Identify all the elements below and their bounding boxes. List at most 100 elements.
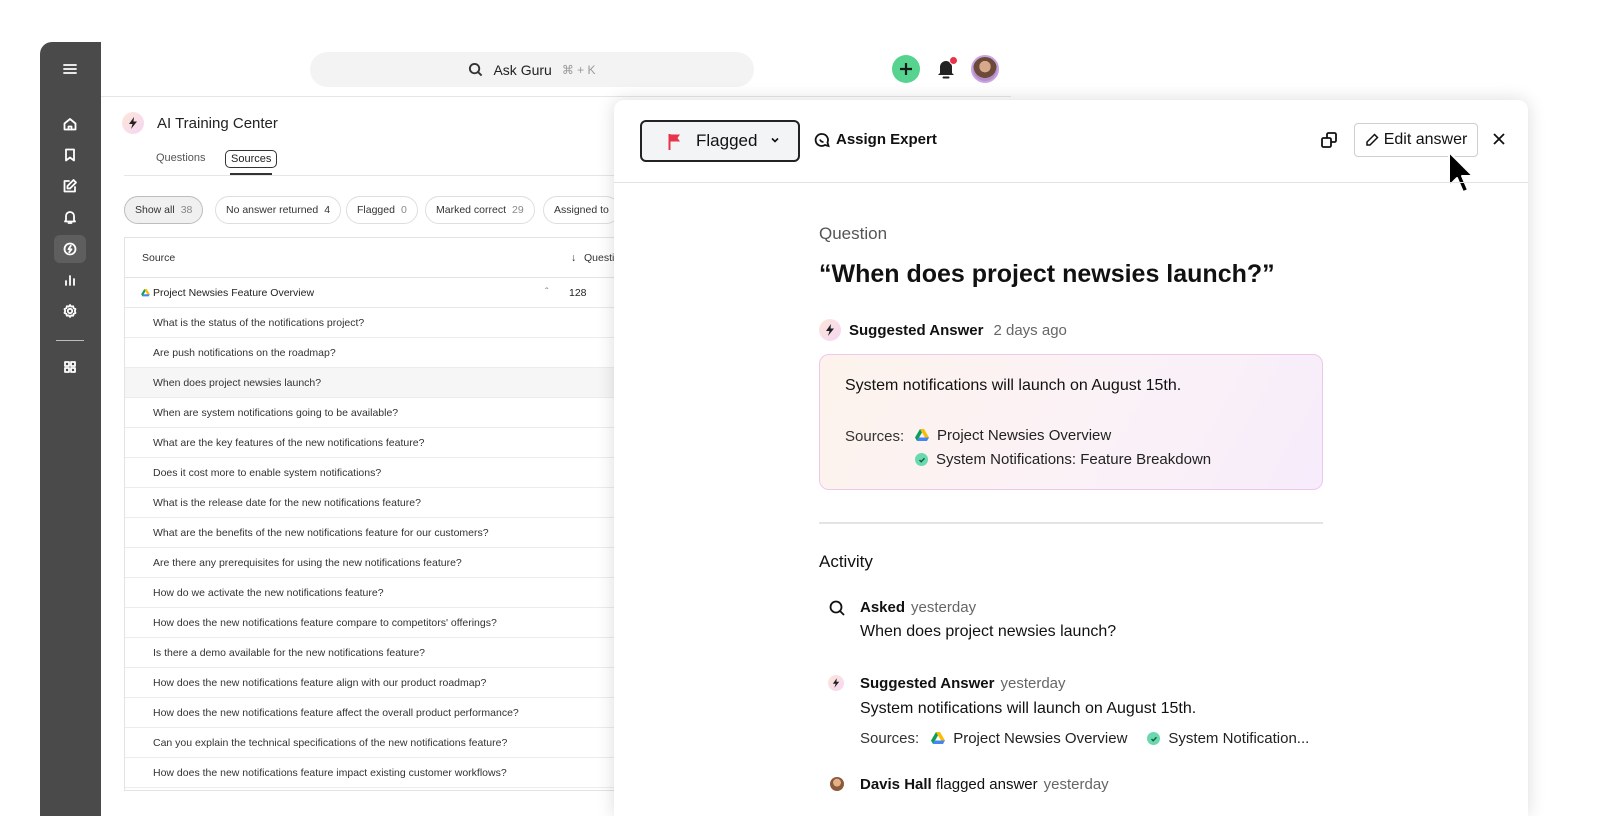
table-row[interactable]: What is the status of the notifications …	[125, 308, 614, 338]
activity-time: yesterday	[911, 599, 977, 616]
copy-link-icon[interactable]	[1320, 131, 1338, 149]
ai-training-icon[interactable]	[54, 235, 86, 263]
table-row[interactable]: Does it cost more to enable system notif…	[125, 458, 614, 488]
table-row-source[interactable]: Project Newsies Feature Overview ˆ 128	[125, 278, 614, 308]
tab-questions[interactable]: Questions	[156, 152, 206, 164]
activity-suggested: Suggested Answer yesterday	[860, 675, 1066, 692]
user-avatar[interactable]	[971, 55, 999, 83]
ai-bolt-icon	[819, 319, 841, 341]
table-row[interactable]: How does the new notifications feature c…	[125, 608, 614, 638]
settings-icon[interactable]	[54, 297, 86, 325]
question-text: Are there any prerequisites for using th…	[153, 557, 462, 569]
question-text: “When does project newsies launch?”	[819, 260, 1275, 288]
filter-show-all[interactable]: Show all 38	[124, 196, 204, 224]
notification-badge	[949, 56, 958, 65]
filter-count: 29	[512, 204, 524, 216]
sort-desc-icon[interactable]: ↓	[571, 252, 576, 264]
activity-action: flagged answer	[935, 776, 1038, 793]
suggested-answer-label: Suggested Answer	[849, 321, 984, 339]
chevron-up-icon[interactable]: ˆ	[545, 286, 549, 298]
table-row[interactable]: Are push notifications on the roadmap?	[125, 338, 614, 368]
bookmark-icon[interactable]	[54, 141, 86, 169]
status-label: Flagged	[696, 131, 758, 150]
table-row[interactable]: What are the benefits of the new notific…	[125, 518, 614, 548]
question-text: What is the release date for the new not…	[153, 497, 421, 509]
filter-marked-correct[interactable]: Marked correct 29	[425, 196, 535, 224]
filter-label: Marked correct	[436, 204, 507, 216]
user-avatar	[830, 777, 844, 791]
table-row[interactable]: What are the key features of the new not…	[125, 428, 614, 458]
table-row[interactable]: When are system notifications going to b…	[125, 398, 614, 428]
table-row[interactable]: Can you explain the technical specificat…	[125, 728, 614, 758]
source-count: 128	[569, 287, 587, 299]
activity-action: Asked	[860, 599, 906, 616]
menu-icon[interactable]	[54, 55, 86, 83]
source-link[interactable]: Project Newsies Overview	[953, 730, 1127, 747]
search-shortcut: ⌘ + K	[561, 62, 596, 77]
suggested-answer-header: Suggested Answer 2 days ago	[819, 319, 1067, 341]
filter-label: Show all	[135, 204, 175, 216]
table-row[interactable]: How do we activate the new notifications…	[125, 578, 614, 608]
activity-action: Suggested Answer	[860, 675, 995, 692]
table-row-selected[interactable]: When does project newsies launch?	[125, 368, 614, 398]
assign-expert-button[interactable]: Assign Expert	[814, 131, 937, 148]
tab-sources[interactable]: Sources	[225, 150, 278, 168]
tabs-divider	[124, 175, 614, 176]
filter-label: No answer returned	[226, 204, 319, 216]
search-icon	[469, 62, 483, 77]
source-link[interactable]: Project Newsies Overview	[915, 427, 1111, 444]
table-row[interactable]: Is there a demo available for the new no…	[125, 638, 614, 668]
source-link[interactable]: System Notifications: Feature Breakdown	[915, 451, 1211, 468]
close-icon[interactable]	[1491, 131, 1507, 147]
activity-user: Davis Hall	[860, 776, 932, 793]
analytics-icon[interactable]	[54, 266, 86, 294]
ai-bolt-icon	[828, 675, 846, 693]
filter-count: 38	[180, 204, 193, 216]
table-row[interactable]: Are there any prerequisites for using th…	[125, 548, 614, 578]
chevron-down-icon	[771, 137, 779, 143]
search-icon	[829, 600, 845, 616]
page-title: AI Training Center	[157, 115, 278, 132]
filter-label: Flagged	[357, 204, 395, 216]
source-name: Project Newsies Feature Overview	[153, 287, 315, 299]
activity-sources: Sources: Project Newsies Overview System…	[860, 730, 1309, 747]
question-text: What are the key features of the new not…	[153, 437, 425, 449]
table-row[interactable]: How does the new notifications feature a…	[125, 668, 614, 698]
source-name: System Notifications: Feature Breakdown	[936, 451, 1212, 468]
table-row[interactable]: What is the release date for the new not…	[125, 488, 614, 518]
plus-icon	[900, 63, 912, 75]
col-source[interactable]: Source	[142, 252, 175, 264]
source-link[interactable]: System Notification...	[1168, 730, 1309, 747]
activity-flagged: Davis Hall flagged answer yesterday	[860, 776, 1109, 793]
suggested-answer-time: 2 days ago	[993, 321, 1067, 339]
col-questions[interactable]: Questi	[584, 252, 614, 264]
question-text: How does the new notifications feature i…	[153, 767, 507, 779]
bell-icon[interactable]	[54, 203, 86, 231]
question-text: When does project newsies launch?	[153, 377, 322, 389]
google-drive-icon	[931, 732, 946, 744]
edit-icon[interactable]	[54, 172, 86, 200]
filter-assigned-to[interactable]: Assigned to	[543, 196, 620, 224]
section-divider	[819, 522, 1323, 524]
question-text: What is the status of the notifications …	[153, 317, 365, 329]
verified-check-icon	[915, 453, 928, 466]
question-text: How does the new notifications feature a…	[153, 707, 519, 719]
status-dropdown[interactable]: Flagged	[640, 120, 800, 162]
add-button[interactable]	[892, 55, 920, 83]
activity-time: yesterday	[1000, 675, 1066, 692]
edit-answer-label: Edit answer	[1383, 131, 1468, 148]
filter-no-answer[interactable]: No answer returned 4	[215, 196, 342, 224]
search-bar[interactable]: Ask Guru ⌘ + K	[310, 52, 754, 87]
activity-asked-text: When does project newsies launch?	[860, 623, 1117, 640]
sources-table: Source ↓ Questi Project Newsies Feature …	[124, 237, 614, 791]
table-row[interactable]: How does the new notifications feature i…	[125, 758, 614, 788]
home-icon[interactable]	[54, 110, 86, 138]
verified-check-icon	[1147, 732, 1161, 745]
filter-flagged[interactable]: Flagged 0	[346, 196, 418, 224]
table-row[interactable]: How does the new notifications feature a…	[125, 698, 614, 728]
answer-detail-panel: Flagged Assign Expert Edit answer Questi…	[614, 100, 1528, 816]
sidebar	[40, 42, 101, 816]
sidebar-divider	[56, 340, 84, 341]
filter-label: Assigned to	[554, 204, 609, 216]
apps-grid-icon[interactable]	[54, 353, 86, 381]
